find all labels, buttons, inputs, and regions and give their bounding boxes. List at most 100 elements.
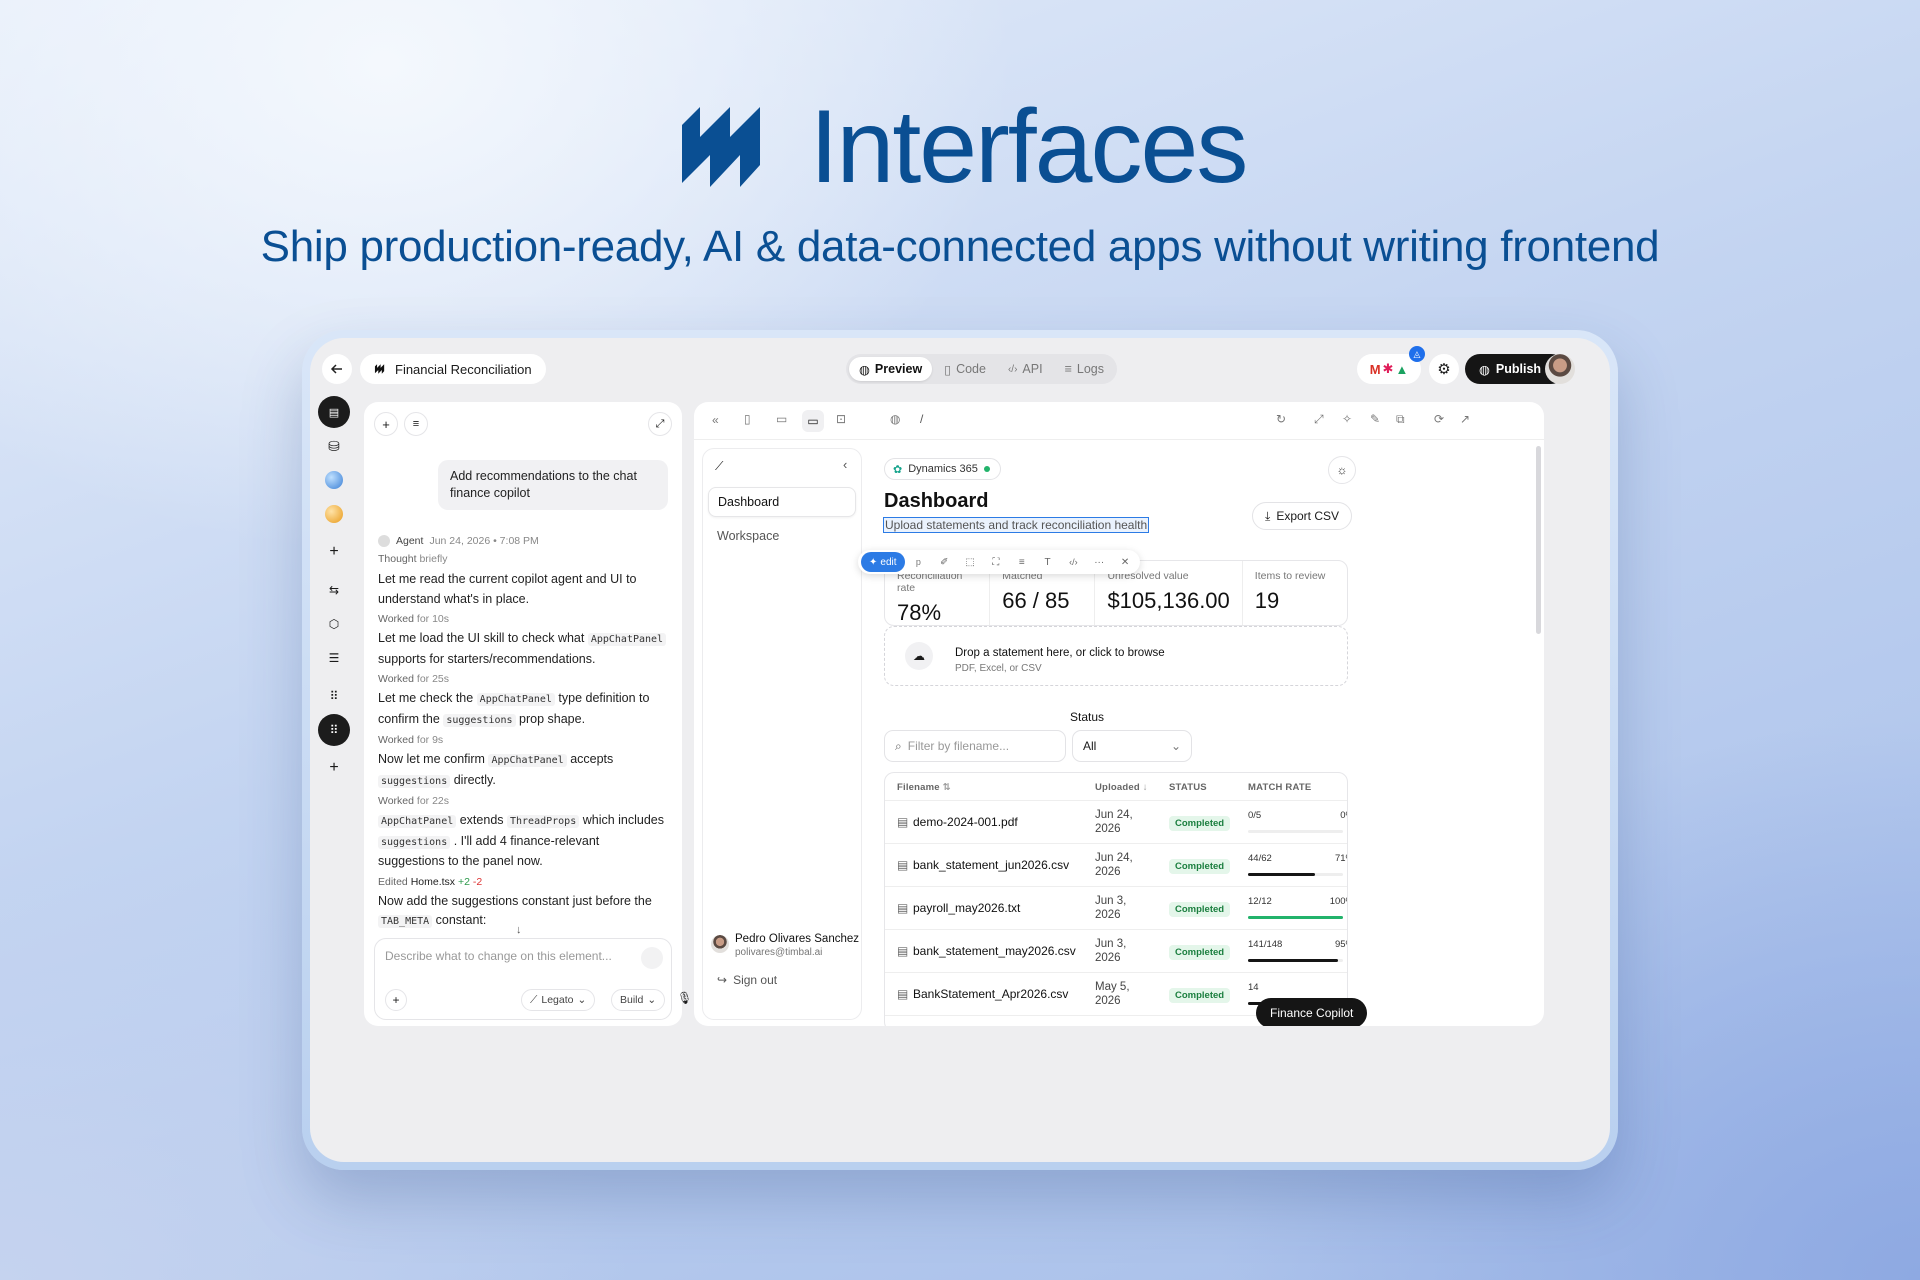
pencil-icon[interactable]: ✎ — [1370, 412, 1380, 426]
tab-api[interactable]: ‹/› API — [998, 357, 1053, 381]
chat-panel: + ≡ ⤢ Add recommendations to the chat fi… — [364, 402, 692, 1026]
more-icon[interactable]: ··· — [1087, 557, 1111, 568]
filename-cell[interactable]: demo-2024-001.pdf — [913, 815, 1018, 829]
table-row[interactable]: ▤ payroll_may2026.txt Jun 3, 2026 Completed 1… — [885, 887, 1347, 930]
rail-add-button[interactable]: + — [318, 752, 350, 784]
fullscreen-icon[interactable]: ⤢ — [1314, 412, 1324, 427]
text-icon[interactable]: T — [1036, 557, 1060, 568]
attach-button[interactable]: + — [385, 989, 407, 1011]
url-path[interactable]: / — [920, 412, 923, 426]
column-uploaded[interactable]: Uploaded ↓ — [1095, 782, 1148, 793]
edited-file[interactable]: Home.tsx — [411, 876, 455, 888]
expand-button[interactable]: ⤢ — [648, 412, 672, 436]
tab-preview[interactable]: ◍ Preview — [849, 357, 933, 381]
mic-button[interactable]: 🎙 — [677, 991, 692, 1005]
globe-icon[interactable]: ◍ — [890, 412, 900, 426]
refresh-icon[interactable]: ↻ — [1276, 412, 1286, 426]
uploaded-date: Jun 24, — [1095, 809, 1133, 821]
export-csv-button[interactable]: ⤓ Export CSV — [1252, 502, 1353, 530]
phone-icon[interactable]: ▯ — [744, 412, 751, 426]
agent-message: Now let me confirm AppChatPanel accepts … — [378, 750, 668, 791]
filename-filter-input[interactable]: ⌕ Filter by filename... — [884, 730, 1066, 762]
rail-list-button[interactable]: ☰ — [318, 642, 350, 674]
rail-agent-button[interactable] — [318, 498, 350, 530]
table-row[interactable]: ▤ bank_statement_may2026.csv Jun 3, 2026 Com… — [885, 930, 1347, 973]
table-row[interactable]: ▤ demo-2024-001.pdf Jun 24, 2026 Completed 0/… — [885, 801, 1347, 844]
resize-icon[interactable]: ⛶ — [984, 557, 1008, 568]
filename-cell[interactable]: bank_statement_jun2026.csv — [913, 858, 1069, 872]
rail-grid-button[interactable]: ⠿ — [318, 680, 350, 712]
edit-label: Edited — [378, 936, 408, 937]
sun-icon: ☼ — [1336, 463, 1348, 477]
sign-out-button[interactable]: ↪ Sign out — [717, 973, 777, 987]
upload-dropzone[interactable]: ☁ Drop a statement here, or click to bro… — [884, 626, 1348, 686]
reload-icon[interactable]: ⟳ — [1434, 412, 1444, 426]
column-status[interactable]: STATUS — [1169, 782, 1207, 793]
integration-badge[interactable]: ✿ Dynamics 365 — [884, 458, 1001, 480]
worked-time: for 22s — [416, 795, 450, 807]
filename-cell[interactable]: BankStatement_Apr2026.csv — [913, 987, 1068, 1001]
code-icon[interactable]: ‹/› — [1061, 557, 1085, 567]
inline-code: suggestions — [378, 774, 451, 788]
user-avatar[interactable] — [1545, 354, 1575, 384]
tablet-icon[interactable]: ▭ — [776, 412, 787, 426]
user-email: polivares@timbal.ai — [735, 947, 823, 958]
close-icon[interactable]: ✕ — [1113, 557, 1137, 568]
theme-toggle-button[interactable]: ☼ — [1328, 456, 1356, 484]
tab-code[interactable]: ▯ Code — [934, 357, 996, 381]
mode-select[interactable]: Build ⌄ — [611, 989, 666, 1011]
tab-logs[interactable]: ≡ Logs — [1055, 357, 1114, 381]
uploaded-year: 2026 — [1095, 823, 1121, 835]
scroll-down-icon[interactable]: ↓ — [516, 924, 522, 936]
edit-label: Edited — [378, 875, 408, 888]
scrollbar[interactable] — [1536, 446, 1541, 634]
rail-add-button[interactable]: + — [318, 536, 350, 568]
message-text: prop shape. — [519, 711, 586, 726]
desktop-icon[interactable]: ▭ — [802, 410, 824, 432]
column-filename[interactable]: Filename ⇅ — [897, 782, 951, 793]
settings-button[interactable]: ⚙ — [1429, 354, 1459, 384]
status-badge: Completed — [1169, 988, 1231, 1003]
app-name-pill[interactable]: Financial Reconciliation — [360, 354, 546, 384]
status-filter-label: Status — [1070, 710, 1105, 724]
integrations-button[interactable]: M ✱ ▲ ◬ — [1357, 346, 1425, 384]
column-match-rate[interactable]: MATCH RATE — [1248, 782, 1311, 793]
rail-database-button[interactable]: ⛁ — [318, 430, 350, 462]
rail-agent-button[interactable] — [318, 464, 350, 496]
sidebar-item-workspace[interactable]: Workspace — [708, 521, 856, 551]
align-icon[interactable]: ≡ — [1010, 557, 1034, 568]
sidebar-item-dashboard[interactable]: Dashboard — [708, 487, 856, 517]
sparkle-icon[interactable]: ✧ — [1342, 412, 1352, 426]
plus-icon: + — [329, 759, 339, 776]
model-select[interactable]: ⟋ Legato ⌄ — [521, 989, 596, 1011]
table-row[interactable]: ▤ bank_statement_jun2026.csv Jun 24, 2026 Co… — [885, 844, 1347, 887]
list-icon: ≡ — [1064, 362, 1072, 376]
page-subtitle[interactable]: Upload statements and track reconciliati… — [882, 517, 1150, 533]
layout-icon: ▤ — [328, 406, 340, 419]
chat-input[interactable]: Describe what to change on this element.… — [385, 949, 655, 963]
filename-cell[interactable]: bank_statement_may2026.csv — [913, 944, 1076, 958]
chat-menu-button[interactable]: ≡ — [404, 412, 428, 436]
copy-icon[interactable]: ⧉ — [1396, 412, 1405, 427]
status-select[interactable]: All ⌄ — [1072, 730, 1192, 762]
inline-code: AppChatPanel — [488, 754, 567, 767]
rail-workflow-button[interactable]: ⇆ — [318, 574, 350, 606]
finance-copilot-button[interactable]: Finance Copilot — [1256, 998, 1368, 1026]
rail-apps-button[interactable]: ⠿ — [318, 714, 350, 746]
select-element-icon[interactable]: ⊡ — [836, 412, 846, 426]
filename-cell[interactable]: payroll_may2026.txt — [913, 901, 1020, 915]
collapse-sidebar-icon[interactable]: ‹ — [843, 457, 847, 472]
rail-package-button[interactable]: ⬡ — [318, 608, 350, 640]
status-badge: Completed — [1169, 816, 1231, 831]
box-icon[interactable]: ⬚ — [958, 557, 982, 568]
edit-button[interactable]: ✦ edit — [861, 552, 905, 572]
collapse-icon[interactable]: « — [712, 413, 719, 427]
new-chat-button[interactable]: + — [374, 412, 398, 436]
edited-file[interactable]: Home.tsx — [411, 936, 455, 937]
rail-layout-button[interactable]: ▤ — [318, 396, 350, 428]
uploaded-cell: Jun 24, 2026 — [1095, 851, 1133, 879]
worked-label: Worked — [378, 795, 414, 807]
external-link-icon[interactable]: ↗ — [1460, 412, 1470, 426]
back-button[interactable] — [322, 354, 352, 384]
paint-icon[interactable]: ✐ — [932, 557, 956, 568]
